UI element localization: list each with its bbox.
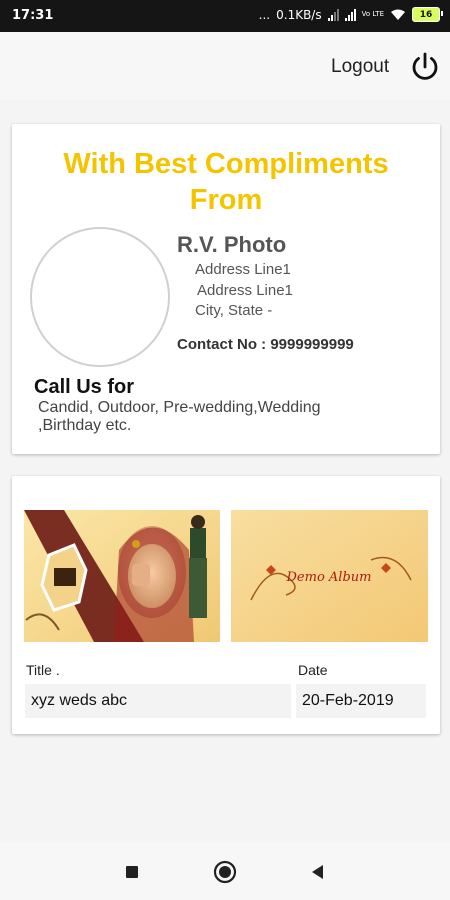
- services-line1: Candid, Outdoor, Pre-wedding,Wedding: [38, 399, 321, 416]
- circle-icon[interactable]: [213, 860, 237, 884]
- album-cover-image[interactable]: Demo Album: [231, 510, 428, 642]
- headline-line1: With Best Compliments: [63, 148, 389, 180]
- contact-number[interactable]: Contact No : 9999999999: [177, 336, 354, 353]
- status-time: 17:31: [12, 8, 54, 23]
- app-bar: Logout: [0, 32, 450, 100]
- notification-dots: ...: [258, 7, 271, 22]
- call-us-title: Call Us for: [34, 376, 135, 398]
- title-label: Title .: [26, 662, 60, 678]
- wifi-icon: [391, 9, 405, 20]
- signal-icon-2: [344, 8, 356, 21]
- status-bar: 17:31 ... 0.1KB/s Vo LTE 16: [0, 0, 450, 32]
- album-cover-text: Demo Album: [286, 570, 372, 585]
- address-line1: Address Line1: [195, 261, 291, 278]
- date-value: 20-Feb-2019: [296, 684, 426, 718]
- address-line3: City, State -: [195, 302, 273, 319]
- triangle-back-icon[interactable]: [306, 860, 330, 884]
- headline-line2: From: [189, 184, 263, 216]
- services-line2: ,Birthday etc.: [38, 417, 132, 434]
- battery-icon: 16: [412, 7, 443, 22]
- navigation-bar: [0, 842, 450, 900]
- network-speed: 0.1KB/s: [276, 7, 322, 22]
- profile-card: With Best Compliments From R.V. Photo Ad…: [12, 124, 440, 454]
- studio-name: R.V. Photo: [177, 232, 287, 257]
- logout-button[interactable]: Logout: [331, 56, 389, 78]
- signal-icon: [327, 8, 339, 21]
- address-line2: Address Line1: [197, 282, 293, 299]
- status-icons: ... 0.1KB/s Vo LTE 16: [258, 7, 443, 22]
- services-text: Candid, Outdoor, Pre-wedding,Wedding ,Bi…: [38, 399, 418, 435]
- album-photo-image[interactable]: [24, 510, 220, 642]
- title-value: xyz weds abc: [25, 684, 291, 718]
- date-label: Date: [298, 662, 328, 678]
- album-card[interactable]: Demo Album Title . Date xyz weds abc 20-…: [12, 476, 440, 734]
- battery-level: 16: [419, 9, 433, 20]
- square-icon[interactable]: [120, 860, 144, 884]
- avatar: [30, 227, 170, 367]
- volte-label: Vo LTE: [361, 10, 384, 18]
- power-icon[interactable]: [408, 50, 442, 84]
- headline: With Best Compliments From: [12, 146, 440, 218]
